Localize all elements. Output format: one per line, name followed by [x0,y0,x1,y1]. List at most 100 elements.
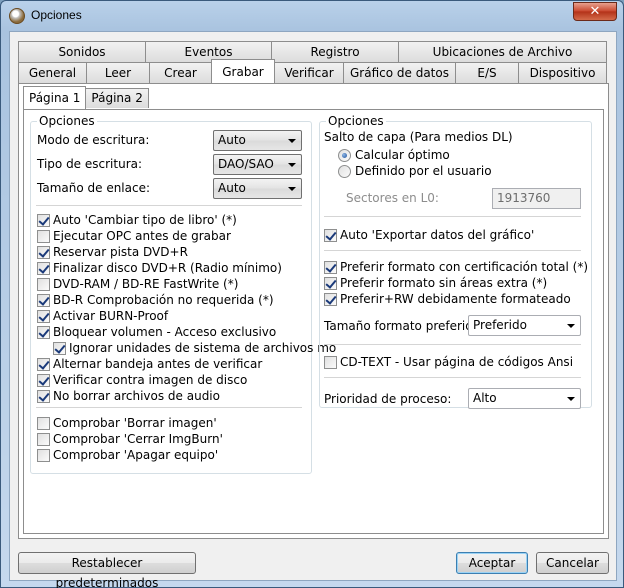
checkbox-checked-icon [324,228,337,242]
title-bar: Opciones ✕ [1,1,623,31]
preferir-certificacion-checkbox[interactable]: Preferir formato con certificación total… [324,259,588,275]
tipo-escritura-value: DAO/SAO [218,157,274,171]
option-checkbox-label: Activar BURN-Proof [53,309,169,323]
restablecer-button[interactable]: Restablecer predeterminados [18,552,196,588]
option-checkbox-label: Bloquear volumen - Acceso exclusivo [53,325,277,339]
tab-dispositivo[interactable]: Dispositivo [518,62,607,83]
option-checkbox-label: Verificar contra imagen de disco [53,373,248,387]
option-checkbox[interactable]: Comprobar 'Apagar equipo' [37,447,218,463]
separator [324,377,581,378]
radio-selected-icon [338,148,351,162]
tamano-enlace-select[interactable]: Auto [213,178,302,199]
tipo-escritura-label: Tipo de escritura: [37,157,143,171]
cdtext-checkbox[interactable]: CD-TEXT - Usar página de códigos Ansi [324,354,573,370]
auto-exportar-checkbox[interactable]: Auto 'Exportar datos del gráfico' [324,227,534,243]
option-checkbox[interactable]: Verificar contra imagen de disco [37,372,247,388]
tab-row-1: Sonidos Eventos Registro Ubicaciones de … [18,41,607,62]
auto-exportar-label: Auto 'Exportar datos del gráfico' [340,228,535,242]
modo-escritura-label: Modo de escritura: [37,133,150,147]
tamano-formato-value: Preferido [473,318,527,332]
tab-grafico-datos[interactable]: Gráfico de datos [343,62,456,83]
checkbox-icon [37,229,50,243]
option-checkbox-label: No borrar archivos de audio [53,389,220,403]
option-checkbox[interactable]: Auto 'Cambiar tipo de libro' (*) [37,212,237,228]
right-group-title: Opciones [326,114,386,128]
option-checkbox-label: Reservar pista DVD+R [53,245,188,259]
option-checkbox-label: BD-R Comprobación no requerida (*) [53,293,274,307]
tab-sonidos[interactable]: Sonidos [18,41,146,62]
left-options-group: Opciones Modo de escritura: Auto Tipo de… [30,114,336,474]
tab-registro[interactable]: Registro [271,41,399,62]
checkbox-checked-icon [37,245,50,259]
checkbox-checked-icon [37,357,50,371]
option-checkbox[interactable]: Activar BURN-Proof [37,308,168,324]
preferir-rw-checkbox[interactable]: Preferir+RW debidamente formateado [324,291,571,307]
subtab-pagina-1[interactable]: Página 1 [23,86,87,109]
tab-verificar[interactable]: Verificar [274,62,344,83]
chevron-down-icon [288,187,296,191]
tab-ubicaciones[interactable]: Ubicaciones de Archivo [398,41,607,62]
option-checkbox[interactable]: Alternar bandeja antes de verificar [37,356,262,372]
subtab-pagina-2[interactable]: Página 2 [85,88,149,108]
dialog-client: Sonidos Eventos Registro Ubicaciones de … [9,31,617,588]
option-checkbox[interactable]: Comprobar 'Borrar imagen' [37,415,217,431]
checkbox-icon [324,355,337,369]
checkbox-checked-icon [37,213,50,227]
sectores-l0-input[interactable]: 1913760 [492,188,581,209]
option-checkbox-label: Alternar bandeja antes de verificar [53,357,263,371]
right-options-group: Opciones Salto de capa (Para medios DL) … [319,114,592,409]
tab-leer[interactable]: Leer [86,62,150,83]
option-checkbox[interactable]: Ejecutar OPC antes de grabar [37,228,231,244]
option-checkbox[interactable]: Comprobar 'Cerrar ImgBurn' [37,431,223,447]
modo-escritura-select[interactable]: Auto [213,130,302,151]
tab-es[interactable]: E/S [455,62,519,83]
option-checkbox-label: DVD-RAM / BD-RE FastWrite (*) [53,277,239,291]
cdtext-label: CD-TEXT - Usar página de códigos Ansi [340,355,574,369]
tab-grabar[interactable]: Grabar [211,59,275,83]
option-checkbox-label: Ignorar unidades de sistema de archivos … [69,341,337,355]
tamano-enlace-label: Tamaño de enlace: [37,181,151,195]
checkbox-checked-icon [324,260,337,274]
prioridad-proceso-value: Alto [473,391,497,405]
calcular-optimo-radio[interactable]: Calcular óptimo [338,147,450,163]
checkbox-icon [37,432,50,446]
option-checkbox-label: Comprobar 'Borrar imagen' [53,416,217,430]
checkbox-icon [37,416,50,430]
sectores-l0-label: Sectores en L0: [346,191,439,205]
separator [36,205,302,206]
separator [324,344,581,345]
option-checkbox[interactable]: Ignorar unidades de sistema de archivos … [53,340,336,356]
preferir-rw-label: Preferir+RW debidamente formateado [340,292,571,306]
option-checkbox[interactable]: Finalizar disco DVD+R (Radio mínimo) [37,260,282,276]
option-checkbox[interactable]: No borrar archivos de audio [37,388,220,404]
aceptar-button[interactable]: Aceptar [456,552,528,574]
prioridad-proceso-select[interactable]: Alto [468,388,581,409]
chevron-down-icon [288,163,296,167]
checkbox-checked-icon [37,325,50,339]
definido-usuario-radio[interactable]: Definido por el usuario [338,163,492,179]
preferir-sin-areas-checkbox[interactable]: Preferir formato sin áreas extra (*) [324,275,547,291]
pagina-1-panel: Opciones Modo de escritura: Auto Tipo de… [23,109,604,534]
preferir-certificacion-label: Preferir formato con certificación total… [340,260,589,274]
option-checkbox[interactable]: DVD-RAM / BD-RE FastWrite (*) [37,276,238,292]
window-title: Opciones [31,8,82,22]
separator [324,216,581,217]
radio-icon [338,164,351,178]
chevron-down-icon [567,397,575,401]
checkbox-checked-icon [324,276,337,290]
option-checkbox[interactable]: Reservar pista DVD+R [37,244,188,260]
definido-usuario-label: Definido por el usuario [355,164,492,178]
close-button[interactable]: ✕ [573,2,617,21]
option-checkbox[interactable]: BD-R Comprobación no requerida (*) [37,292,274,308]
checkbox-checked-icon [37,261,50,275]
imgburn-app-icon [9,8,25,24]
tipo-escritura-select[interactable]: DAO/SAO [213,154,302,175]
prioridad-proceso-label: Prioridad de proceso: [324,392,452,406]
tamano-formato-select[interactable]: Preferido [468,315,581,336]
tab-general[interactable]: General [18,62,87,83]
cancelar-button[interactable]: Cancelar [536,552,609,574]
option-checkbox[interactable]: Bloquear volumen - Acceso exclusivo [37,324,276,340]
checkbox-checked-icon [53,341,66,355]
checkbox-checked-icon [37,309,50,323]
tab-crear[interactable]: Crear [149,62,212,83]
